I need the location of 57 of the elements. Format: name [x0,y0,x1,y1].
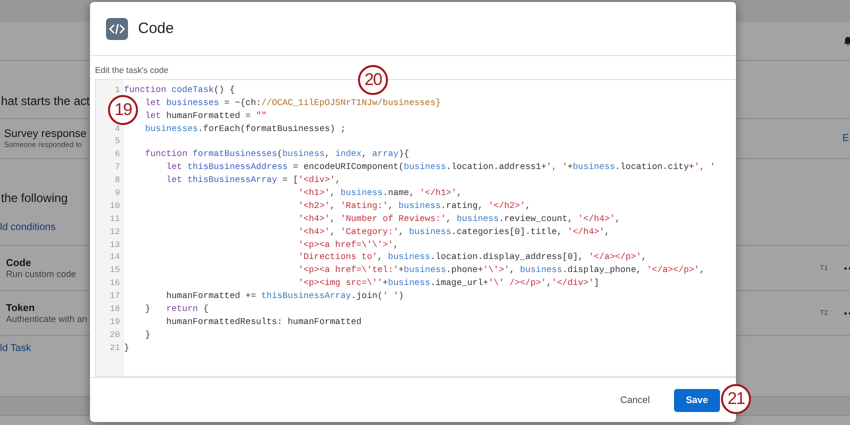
line-number: 20 [108,330,121,340]
code-line: let thisBusinessAddress = encodeURIComponent(business.location.address1+', '+business.location.city+', ' [165,162,716,172]
line-number: 12 [108,226,121,237]
code-line: function formatBusinesses(business, index, array){ [144,149,410,160]
code-line: '<h4>', 'Category:', business.categories[0].title, '</h4>', [297,226,610,237]
add-conditions-link[interactable]: ld conditions [0,222,56,232]
more-icon[interactable] [844,266,850,270]
line-number: 19 [108,316,121,327]
code-line: humanFormattedResults: humanFormatted [165,316,362,327]
line-number: 14 [108,252,121,262]
trigger-title: Survey response [4,128,87,140]
line-number: 1 [114,84,121,95]
editor-label: Edit the task's code [95,65,170,76]
task-subtitle: Run custom code [6,268,76,278]
line-number: 21 [108,342,121,353]
cancel-button[interactable]: Cancel [608,388,662,412]
code-line: '<h1>', business.name, '</h1>', [297,188,462,198]
code-line: '<p><a href=\'\'>', [297,240,399,250]
task-title: Code [6,258,32,268]
code-line: } [144,330,150,340]
code-icon [106,18,128,40]
code-line: let humanFormatted = "" [144,110,267,121]
code-line: function codeTask() { [124,84,235,95]
task-subtitle: Authenticate with an [6,314,88,324]
line-number: 16 [108,278,121,288]
code-line: 'Directions to', business.location.display_address[0], '</a></p>', [297,252,647,262]
code-line: '<p><a href=\'tel:'+business.phone+'\'>', business.display_phone, '</a></p>', [297,265,705,276]
line-number: 11 [108,214,121,224]
line-number: 10 [108,200,121,211]
line-number: 13 [108,240,121,250]
edit-link[interactable]: E [842,133,849,144]
line-number: 17 [108,291,121,302]
dialog-title: Code [138,20,174,38]
code-line: '<h4>', 'Number of Reviews:', business.review_count, '</h4>', [297,214,620,224]
line-number: 5 [114,136,121,146]
code-line: '<h2>', 'Rating:', business.rating, '</h2>', [297,200,531,211]
code-line: } return { [144,304,208,314]
more-icon[interactable] [844,312,850,314]
line-number: 8 [114,175,121,186]
line-number: 7 [114,162,121,172]
line-number: 4 [114,124,121,134]
section-heading: hat starts the act [1,94,90,108]
line-number: 18 [108,304,121,314]
code-line: } [124,342,130,353]
code-line: let thisBusinessArray = ['<div>', [165,175,340,186]
task-title: Token [6,302,36,314]
line-number: 15 [108,265,121,276]
section-heading: the following [1,191,68,205]
code-line: '<p><img src=\''+business.image_url+'\' /></p>','</div>'] [297,278,600,288]
save-button[interactable]: Save [674,388,720,412]
code-line: let businesses = ~{ch://OCAC_1ilEpOJSNrT1NJw/businesses} [144,98,441,108]
bell-icon[interactable] [843,35,850,47]
code-line: humanFormatted += thisBusinessArray.join(' ') [165,291,404,302]
line-number: 6 [114,149,121,160]
add-task-link[interactable]: ld Task [0,342,31,354]
code-line: businesses.forEach(formatBusinesses) ; [144,124,346,134]
line-number: 9 [114,188,121,198]
